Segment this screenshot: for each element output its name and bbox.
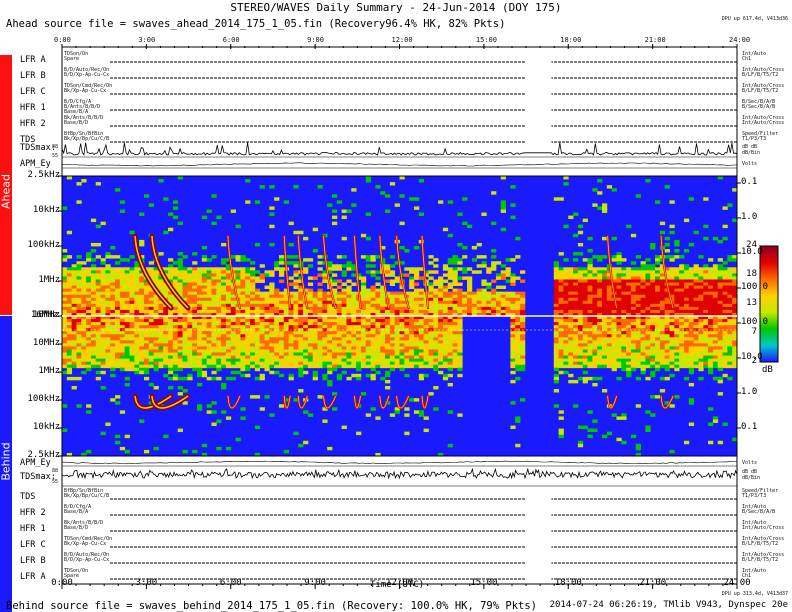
behind-row-label: HFR 2 bbox=[20, 508, 46, 518]
behind-row-label: LFR C bbox=[20, 540, 46, 550]
frequency-tick-label: 1MHz bbox=[38, 275, 60, 285]
behind-tds-trace bbox=[61, 467, 738, 480]
ahead-row-gap bbox=[526, 107, 552, 112]
behind-row-sub-right: B/Sec/B/A/B bbox=[742, 509, 776, 515]
behind-row-gap bbox=[526, 512, 552, 517]
right-axis-tick-label: 100.0 bbox=[741, 282, 769, 292]
dpu-behind: DPU up 313.4d, V413d37 bbox=[721, 591, 788, 597]
ahead-row-label: LFR B bbox=[20, 71, 46, 81]
top-axis-tick-label: 9:00 bbox=[307, 36, 324, 44]
ahead-row-label: LFR C bbox=[20, 87, 46, 97]
footer-timestamp: 2014-07-24 06:26:19, TMlib V943, Dynspec… bbox=[549, 600, 788, 610]
top-axis-tick-label: 3:00 bbox=[138, 36, 156, 44]
top-axis-tick-label: 0:00 bbox=[54, 36, 71, 44]
frequency-tick-label: 10MHz bbox=[32, 338, 60, 348]
ahead-row-gap bbox=[526, 75, 552, 80]
ahead-row-sub-left: Bk/Xp/Bp/Cu/C/B bbox=[64, 136, 110, 142]
top-axis-tick-label: 21:00 bbox=[644, 36, 666, 44]
bottom-axis-tick-label: 15:00 bbox=[470, 578, 498, 588]
ahead-row-sub-left: Spare bbox=[64, 56, 80, 62]
bottom-axis-tick-label: 24:00 bbox=[723, 578, 751, 588]
behind-spectrogram bbox=[61, 315, 738, 457]
ahead-row-sub-left: Base/B/D bbox=[64, 120, 89, 126]
right-axis-tick-label: 0.1 bbox=[741, 177, 758, 187]
behind-row-sub-right: B/LF/B/T5/T2 bbox=[742, 557, 779, 563]
behind-row-label: TDS bbox=[20, 492, 36, 502]
colorbar-tick-label: 2 bbox=[751, 356, 757, 366]
colorbar-unit: dB bbox=[762, 365, 773, 375]
colorbar-tick-label: 24 bbox=[746, 240, 757, 250]
behind-row-sub-left: Base/B/D bbox=[64, 525, 89, 531]
ahead-row-sub-right: B/LF/B/T5/T2 bbox=[742, 72, 779, 78]
behind-row-gap bbox=[526, 544, 552, 549]
frequency-tick-label: 2.5kHz bbox=[27, 170, 60, 180]
frequency-tick-label: 16MHz bbox=[30, 310, 58, 320]
colorbar-tick-label: 18 bbox=[746, 269, 757, 279]
top-axis-tick-label: 12:00 bbox=[391, 36, 413, 44]
behind-row-label: HFR 1 bbox=[20, 524, 46, 534]
right-axis-tick-label: 1.0 bbox=[741, 212, 758, 222]
bottom-axis-tick-label: 21:00 bbox=[639, 578, 667, 588]
behind-row-label: LFR B bbox=[20, 556, 46, 566]
behind-row-gap bbox=[526, 496, 552, 501]
bottom-axis-tick-label: 0:00 bbox=[51, 578, 73, 588]
ahead-spectrogram bbox=[61, 175, 738, 317]
top-axis-tick-label: 6:00 bbox=[222, 36, 240, 44]
behind-row-sub-left: Bk/Xp-Ap-Cu-Cx bbox=[64, 541, 107, 547]
ahead-apm-trace bbox=[61, 162, 738, 167]
ahead-row-gap bbox=[526, 91, 552, 96]
ahead-row-sub-right: Int/Auto/Cross bbox=[742, 120, 785, 126]
bottom-axis-tick-label: 12:00 bbox=[385, 578, 414, 588]
behind-row-label: LFR A bbox=[20, 572, 46, 582]
ahead-row-label: HFR 2 bbox=[20, 119, 46, 129]
behind-apm-trace bbox=[62, 460, 737, 465]
behind-row-gap bbox=[526, 560, 552, 565]
ahead-row-sub-left: B/D/Xp-Ap-Cu-Cx bbox=[64, 72, 110, 78]
behind-row-sub-left: Base/B/A bbox=[64, 509, 89, 515]
ahead-row-label: LFR A bbox=[20, 55, 46, 65]
frequency-tick-label: 10kHz bbox=[32, 205, 60, 215]
behind-row-sub-left: B/D/Xp-Ap-Cu-Cx bbox=[64, 557, 110, 563]
ahead-row-sub-right: B/LF/B/T5/T2 bbox=[742, 88, 779, 94]
colorbar bbox=[759, 245, 779, 363]
ahead-row-gap bbox=[526, 123, 552, 128]
behind-row-gap bbox=[526, 528, 552, 533]
colorbar-tick-label: 13 bbox=[746, 298, 757, 308]
ahead-row-gap bbox=[526, 139, 552, 144]
frequency-tick-label: 100kHz bbox=[27, 240, 60, 250]
colorbar-tick-label: 7 bbox=[751, 327, 757, 337]
right-axis-tick-label: 0.1 bbox=[741, 422, 758, 432]
bottom-axis-tick-label: 6:00 bbox=[219, 578, 242, 588]
frequency-tick-label: 1MHz bbox=[38, 366, 60, 376]
behind-row-sub-right: B/LF/B/T5/T2 bbox=[742, 541, 779, 547]
ahead-row-label: HFR 1 bbox=[20, 103, 46, 113]
top-axis-tick-label: 24:00 bbox=[729, 36, 751, 44]
ahead-row-sub-right: T1/P3/T3 bbox=[742, 136, 767, 142]
ahead-row-gap bbox=[526, 59, 552, 64]
top-axis-tick-label: 15:00 bbox=[475, 36, 497, 44]
frequency-tick-label: 2.5kHz bbox=[27, 450, 60, 460]
behind-row-sub-right: Int/Auto/Cross bbox=[742, 525, 785, 531]
behind-row-sub-right: T1/P3/T3 bbox=[742, 493, 767, 499]
ahead-row-sub-left: Bk/Xp-Ap-Cu-Cx bbox=[64, 88, 107, 94]
frequency-tick-label: 100kHz bbox=[27, 394, 60, 404]
top-axis-tick-label: 18:00 bbox=[560, 36, 582, 44]
right-axis-tick-label: 1.0 bbox=[741, 387, 758, 397]
bottom-axis-tick-label: 18:00 bbox=[554, 578, 582, 588]
frequency-tick-label: 10kHz bbox=[32, 422, 60, 432]
behind-source-file: Behind source file = swaves_behind_2014_… bbox=[6, 600, 538, 612]
right-axis-tick-label: 100.0 bbox=[741, 317, 769, 327]
bottom-axis-tick-label: 9:00 bbox=[304, 578, 326, 588]
ahead-row-sub-right: B/Sec/B/A/B bbox=[742, 104, 776, 110]
ahead-tds-trace bbox=[61, 142, 738, 156]
bottom-axis-tick-label: 3:00 bbox=[135, 578, 158, 588]
ahead-row-sub-right: Ch1 bbox=[742, 56, 752, 62]
behind-row-gap bbox=[526, 576, 552, 581]
behind-row-sub-left: Bk/Xp/Bp/Cu/C/B bbox=[64, 493, 110, 499]
ahead-row-label: TDS bbox=[20, 135, 36, 145]
dynamic-spectrum-chart bbox=[58, 44, 779, 589]
